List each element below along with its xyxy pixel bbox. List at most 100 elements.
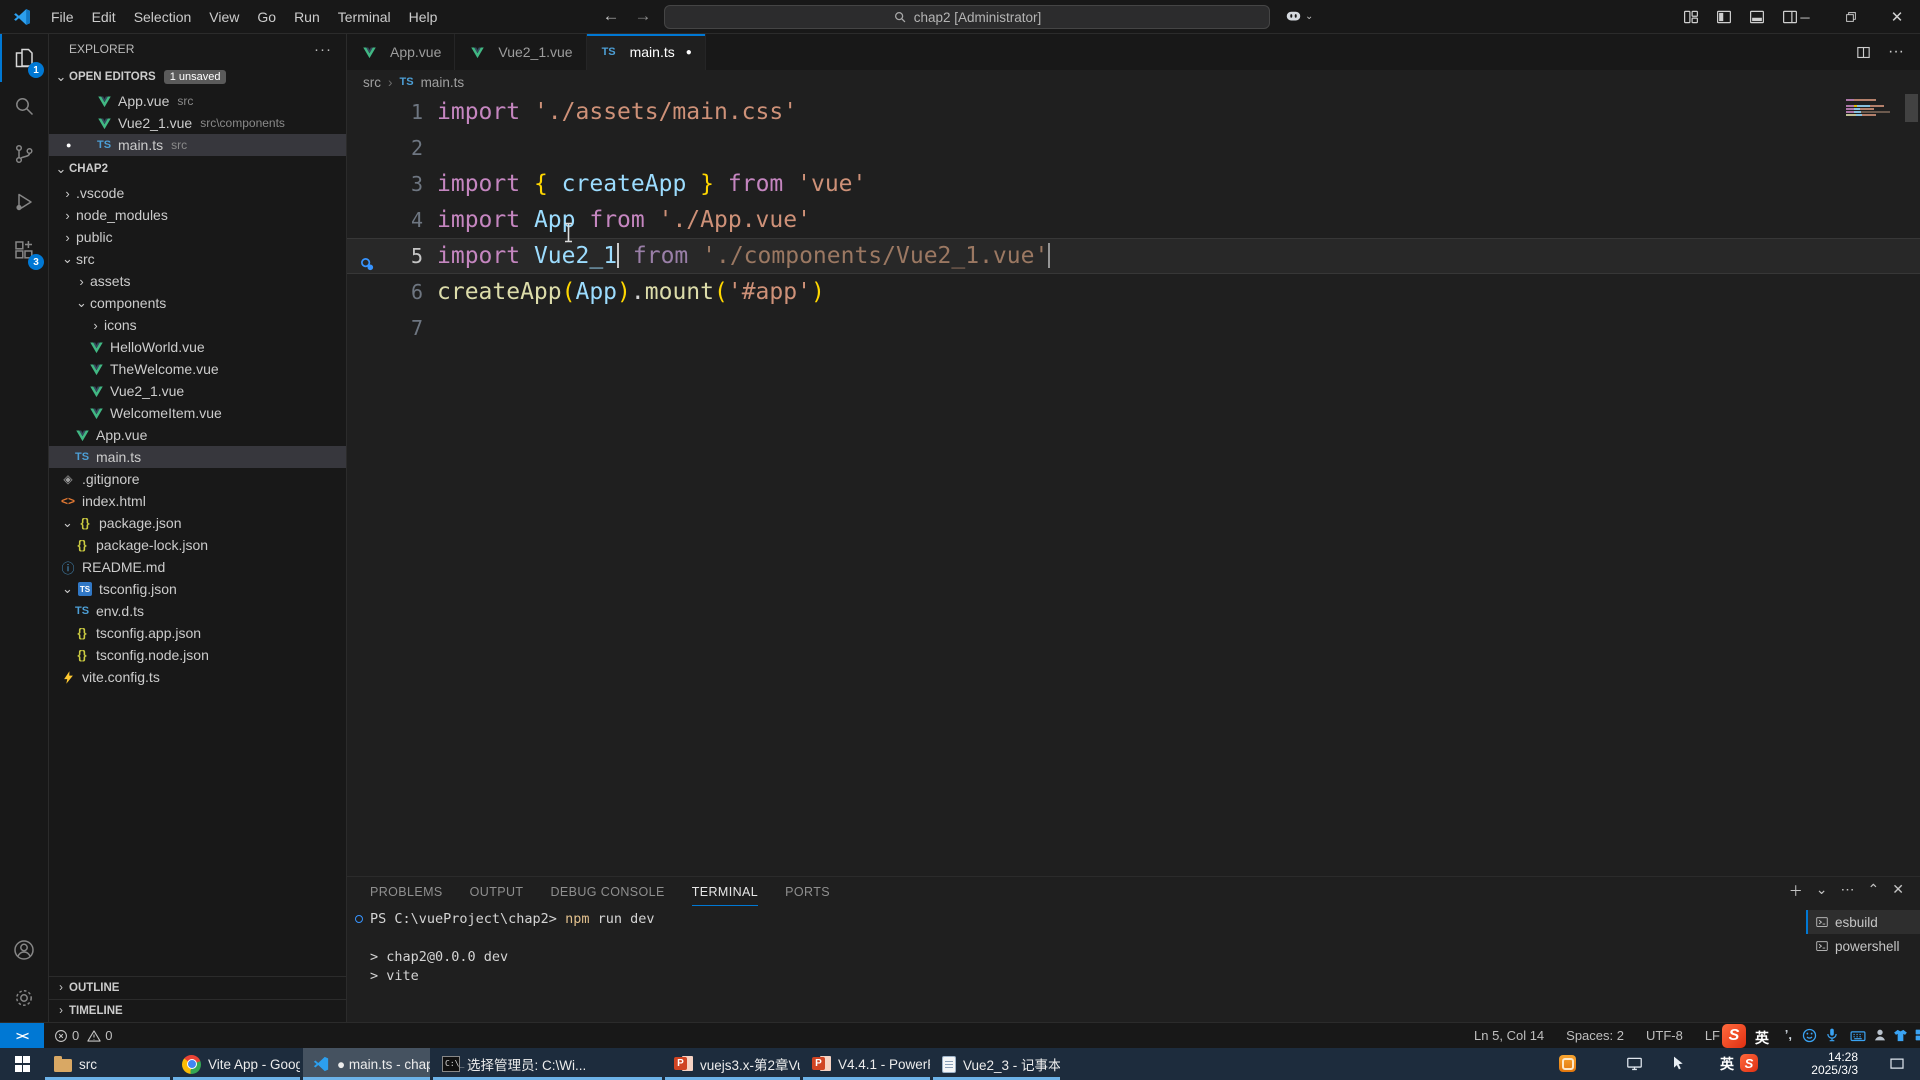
menu-view[interactable]: View (200, 0, 248, 34)
tree-item-components[interactable]: ⌄components (49, 292, 346, 314)
tree-item-main.ts[interactable]: TSmain.ts (49, 446, 346, 468)
more-actions-icon[interactable]: ⋯ (1841, 881, 1855, 901)
tree-item-icons[interactable]: ›icons (49, 314, 346, 336)
toggle-sidebar-icon[interactable] (1715, 8, 1733, 26)
panel-tab-debug-console[interactable]: DEBUG CONSOLE (550, 878, 664, 906)
tree-item-tsconfig.json[interactable]: ⌄TStsconfig.json (49, 578, 346, 600)
taskbar-powerpoint-button[interactable]: Pvuejs3.x-第2章Vue... (665, 1048, 800, 1080)
ime-punctuation-icon[interactable]: ’, (1785, 1027, 1792, 1042)
activity-run-and-debug[interactable] (0, 178, 48, 226)
status-ln-5-col-14[interactable]: Ln 5, Col 14 (1474, 1028, 1544, 1043)
launch-profile-icon[interactable]: ⌄ (1816, 881, 1828, 901)
split-editor-icon[interactable] (1855, 44, 1872, 61)
section-timeline[interactable]: ›TIMELINE (49, 999, 346, 1022)
menu-file[interactable]: File (42, 0, 83, 34)
toggle-panel-icon[interactable] (1748, 8, 1766, 26)
ime-skin-icon[interactable] (1892, 1027, 1909, 1044)
explorer-more-actions-icon[interactable]: ··· (314, 41, 332, 58)
activity-source-control[interactable] (0, 130, 48, 178)
menu-terminal[interactable]: Terminal (329, 0, 400, 34)
tree-item-HelloWorld.vue[interactable]: HelloWorld.vue (49, 336, 346, 358)
tree-item-vite.config.ts[interactable]: vite.config.ts (49, 666, 346, 688)
minimize-button[interactable]: ─ (1782, 0, 1828, 34)
panel-tab-ports[interactable]: PORTS (785, 878, 830, 906)
menu-edit[interactable]: Edit (83, 0, 125, 34)
activity-settings[interactable] (0, 974, 48, 1022)
taskbar-folder-button[interactable]: src (45, 1048, 170, 1080)
ime-person-icon[interactable] (1872, 1027, 1888, 1043)
section-outline[interactable]: ›OUTLINE (49, 976, 346, 999)
taskbar-powerpoint-button[interactable]: PV4.4.1 - PowerPoi... (803, 1048, 930, 1080)
taskbar-cmd-button[interactable]: C:\_选择管理员: C:\Wi... (433, 1048, 662, 1080)
tree-item-tsconfig.app.json[interactable]: {}tsconfig.app.json (49, 622, 346, 644)
open-editor-Vue2_1.vue[interactable]: Vue2_1.vuesrc\components (49, 112, 346, 134)
terminal-instance-powershell[interactable]: powershell (1806, 934, 1920, 958)
tray-app-icon[interactable] (1559, 1055, 1576, 1072)
panel-tab-output[interactable]: OUTPUT (470, 878, 524, 906)
activity-search[interactable] (0, 82, 48, 130)
tree-item-tsconfig.node.json[interactable]: {}tsconfig.node.json (49, 644, 346, 666)
breadcrumb-file[interactable]: main.ts (421, 75, 465, 90)
tab-Vue2_1.vue[interactable]: Vue2_1.vue (455, 34, 586, 70)
taskbar-notepad-button[interactable]: Vue2_3 - 记事本 (933, 1048, 1060, 1080)
ime-microphone-icon[interactable] (1824, 1027, 1840, 1043)
nav-back-icon[interactable]: ← (598, 0, 624, 34)
command-center-search[interactable]: chap2 [Administrator] (664, 5, 1270, 29)
maximize-panel-icon[interactable]: ⌃ (1868, 881, 1880, 901)
problems-status[interactable]: 0 0 (54, 1028, 112, 1043)
tree-item-.vscode[interactable]: ›.vscode (49, 182, 346, 204)
tree-item-index.html[interactable]: <>index.html (49, 490, 346, 512)
code-line-3[interactable]: 3import { createApp } from 'vue' (347, 166, 1920, 202)
menu-selection[interactable]: Selection (125, 0, 201, 34)
tree-item-package.json[interactable]: ⌄{}package.json (49, 512, 346, 534)
code-line-2[interactable]: 2 (347, 130, 1920, 166)
menu-go[interactable]: Go (248, 0, 285, 34)
more-actions-icon[interactable]: ··· (1888, 43, 1904, 61)
tree-item-package-lock.json[interactable]: {}package-lock.json (49, 534, 346, 556)
copilot-button[interactable]: ⌄ (1284, 7, 1313, 26)
code-line-1[interactable]: 1import './assets/main.css' (347, 94, 1920, 130)
close-button[interactable]: ✕ (1874, 0, 1920, 34)
open-editors-header[interactable]: ⌄ OPEN EDITORS 1 unsaved (49, 64, 346, 90)
tree-item-README.md[interactable]: ⓘREADME.md (49, 556, 346, 578)
new-terminal-icon[interactable]: ＋ (1789, 881, 1803, 901)
tree-item-node_modules[interactable]: ›node_modules (49, 204, 346, 226)
activity-account[interactable] (0, 926, 48, 974)
tree-item-src[interactable]: ⌄src (49, 248, 346, 270)
close-panel-icon[interactable]: ✕ (1892, 881, 1904, 901)
ime-sogou-icon[interactable]: S (1722, 1024, 1746, 1048)
menu-run[interactable]: Run (285, 0, 329, 34)
tree-item-TheWelcome.vue[interactable]: TheWelcome.vue (49, 358, 346, 380)
terminal-output[interactable]: PS C:\vueProject\chap2> npm run dev > ch… (347, 906, 1806, 1022)
open-editor-main.ts[interactable]: ●TSmain.tssrc (49, 134, 346, 156)
tab-main.ts[interactable]: TSmain.ts● (587, 34, 706, 70)
code-line-4[interactable]: 4import App from './App.vue' (347, 202, 1920, 238)
tray-display-icon[interactable] (1625, 1054, 1644, 1073)
taskbar-chrome-button[interactable]: Vite App - Googl... (173, 1048, 300, 1080)
tree-item-public[interactable]: ›public (49, 226, 346, 248)
tray-sogou-icon[interactable]: S (1740, 1054, 1758, 1072)
tree-item-assets[interactable]: ›assets (49, 270, 346, 292)
breadcrumb[interactable]: src › TS main.ts (347, 70, 1920, 94)
remote-indicator[interactable]: >< (0, 1023, 44, 1048)
tree-item-env.d.ts[interactable]: TSenv.d.ts (49, 600, 346, 622)
tray-pointer-icon[interactable] (1670, 1055, 1686, 1071)
tree-item-.gitignore[interactable]: ◈.gitignore (49, 468, 346, 490)
menu-help[interactable]: Help (400, 0, 447, 34)
panel-tab-problems[interactable]: PROBLEMS (370, 878, 443, 906)
tree-item-App.vue[interactable]: App.vue (49, 424, 346, 446)
ime-language-indicator[interactable]: 英 (1755, 1028, 1769, 1048)
tray-clock[interactable]: 14:28 2025/3/3 (1811, 1051, 1858, 1077)
start-button[interactable] (0, 1048, 45, 1080)
tree-item-WelcomeItem.vue[interactable]: WelcomeItem.vue (49, 402, 346, 424)
code-editor[interactable]: 1import './assets/main.css'23import { cr… (347, 94, 1920, 876)
breadcrumb-folder[interactable]: src (363, 75, 381, 90)
activity-explorer[interactable]: 1 (0, 34, 48, 82)
minimap[interactable] (1846, 97, 1904, 123)
ime-keyboard-icon[interactable] (1849, 1027, 1867, 1045)
restore-button[interactable] (1828, 0, 1874, 34)
panel-tab-terminal[interactable]: TERMINAL (692, 878, 758, 906)
tab-App.vue[interactable]: App.vue (347, 34, 455, 70)
nav-forward-icon[interactable]: → (630, 0, 656, 34)
ime-emoji-icon[interactable] (1801, 1027, 1818, 1044)
